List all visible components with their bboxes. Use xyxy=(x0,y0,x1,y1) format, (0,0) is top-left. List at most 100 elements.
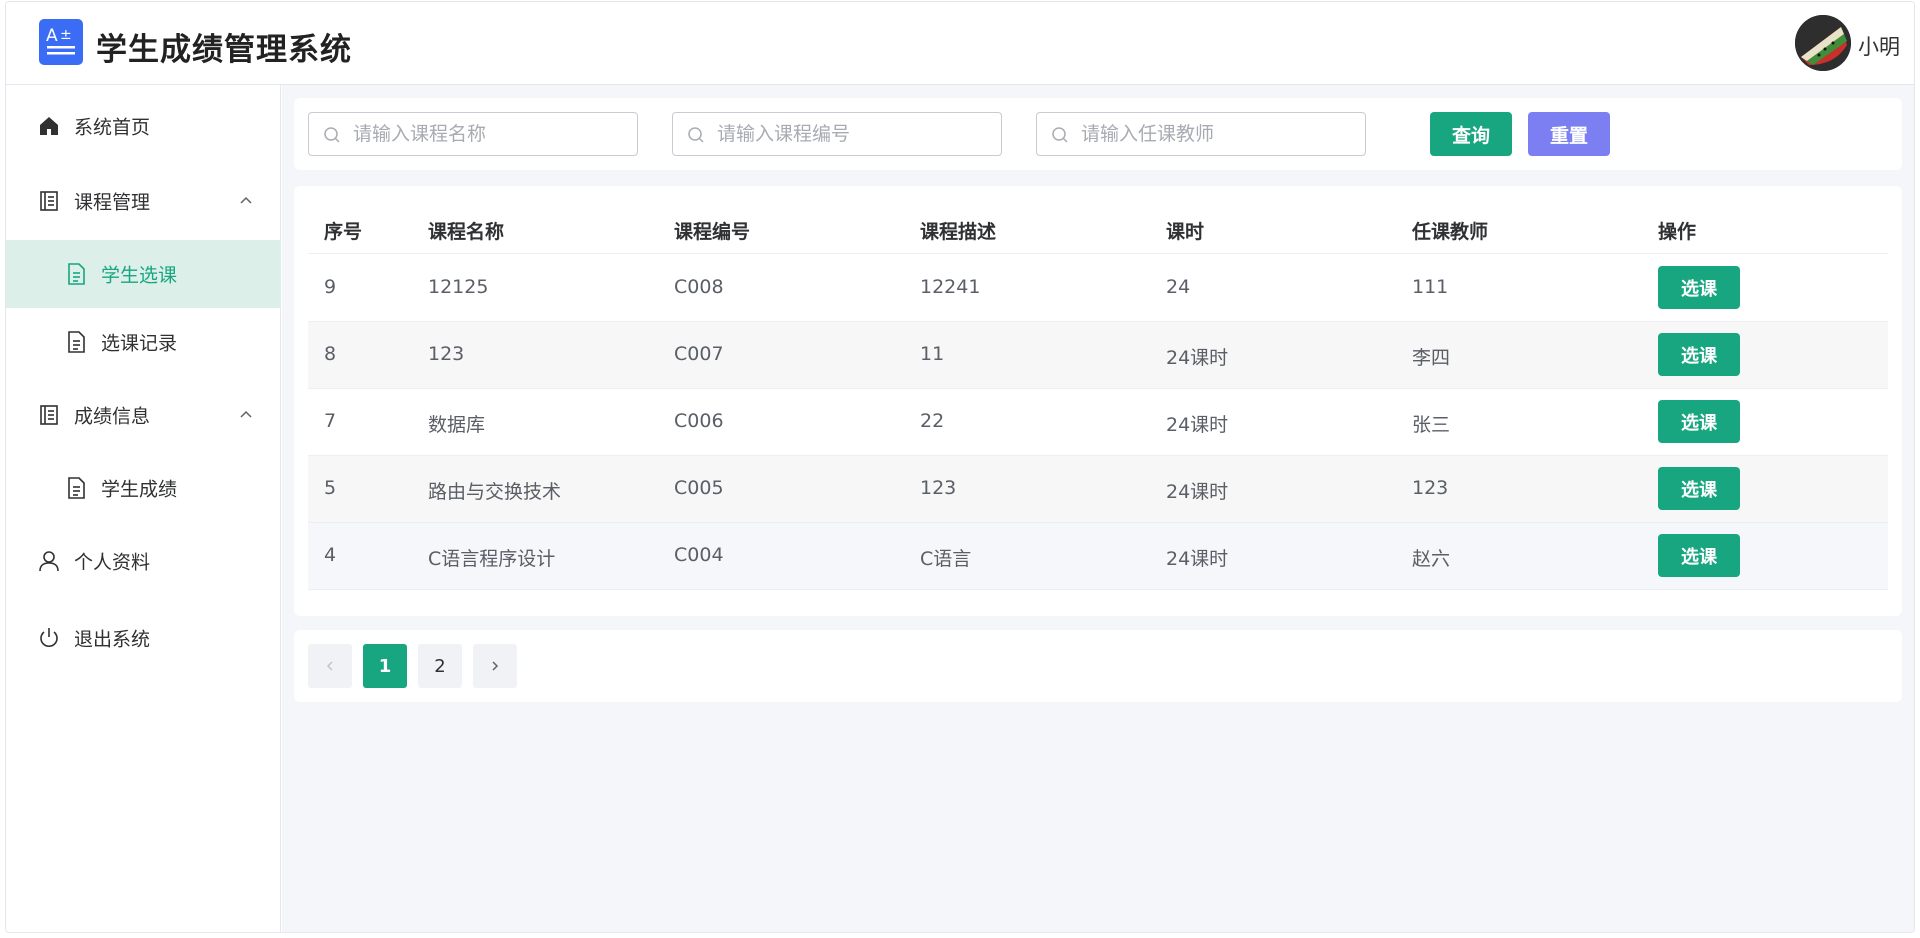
chevron-up-icon xyxy=(240,410,252,418)
sidebar-item-course-management[interactable]: 课程管理 xyxy=(6,167,281,235)
search-icon xyxy=(688,127,704,143)
sidebar-item-label: 系统首页 xyxy=(74,116,151,139)
cell-teacher: 赵六 xyxy=(1412,548,1451,570)
prev-page-button[interactable] xyxy=(308,644,352,688)
cell-course-name: 123 xyxy=(428,343,465,365)
cell-course-name: 路由与交换技术 xyxy=(428,481,562,503)
sidebar-item-student-grades[interactable]: 学生成绩 xyxy=(6,454,281,522)
sidebar-item-label: 个人资料 xyxy=(74,551,151,574)
chevron-up-icon xyxy=(240,196,252,204)
column-header-course-code: 课程编号 xyxy=(674,221,751,243)
cell-hours: 24课时 xyxy=(1166,481,1229,503)
cell-course-desc: C语言 xyxy=(920,548,972,570)
cell-index: 4 xyxy=(324,544,337,566)
cell-teacher: 李四 xyxy=(1412,347,1451,369)
user-icon xyxy=(39,551,59,572)
course-code-search-field[interactable] xyxy=(672,112,1002,156)
pagination: 1 2 xyxy=(294,630,1902,702)
cell-index: 7 xyxy=(324,410,337,432)
cell-index: 5 xyxy=(324,477,337,499)
sidebar-item-label: 学生选课 xyxy=(101,264,178,287)
cell-index: 8 xyxy=(324,343,337,365)
svg-text:A: A xyxy=(46,26,58,46)
column-header-teacher: 任课教师 xyxy=(1412,221,1489,243)
search-bar: 查询 重置 xyxy=(294,98,1902,170)
cell-teacher: 张三 xyxy=(1412,414,1451,436)
svg-text:±: ± xyxy=(60,27,72,43)
app-logo-icon: A ± xyxy=(39,19,83,65)
cell-course-desc: 123 xyxy=(920,477,957,499)
teacher-search-field[interactable] xyxy=(1036,112,1366,156)
app-title: 学生成绩管理系统 xyxy=(96,32,352,68)
cell-course-code: C007 xyxy=(674,343,724,365)
table-row: 8 123 C007 11 24课时 李四 选课 xyxy=(308,322,1888,389)
file-icon xyxy=(68,331,85,353)
select-course-button[interactable]: 选课 xyxy=(1658,400,1740,443)
course-code-input[interactable] xyxy=(717,121,992,147)
select-course-button[interactable]: 选课 xyxy=(1658,333,1740,376)
select-course-button[interactable]: 选课 xyxy=(1658,266,1740,309)
cell-course-desc: 12241 xyxy=(920,276,981,298)
page-button-1[interactable]: 1 xyxy=(363,644,407,688)
chevron-right-icon xyxy=(492,661,499,671)
sidebar-item-logout[interactable]: 退出系统 xyxy=(6,604,281,672)
column-header-course-desc: 课程描述 xyxy=(920,221,997,243)
sidebar-item-student-course-selection[interactable]: 学生选课 xyxy=(6,240,281,308)
select-course-button[interactable]: 选课 xyxy=(1658,467,1740,510)
search-icon xyxy=(1052,127,1068,143)
search-icon xyxy=(324,127,340,143)
cell-course-code: C005 xyxy=(674,477,724,499)
username[interactable]: 小明 xyxy=(1858,31,1900,61)
app-window: A ± 学生成绩管理系统 小明 系统首页 课程管理 学生选课 选课记录 成绩信息… xyxy=(5,1,1915,933)
sidebar-item-selection-records[interactable]: 选课记录 xyxy=(6,308,281,376)
next-page-button[interactable] xyxy=(473,644,517,688)
sidebar-menu: 系统首页 课程管理 学生选课 选课记录 成绩信息 学生成绩 个人资料 退出系统 xyxy=(6,85,281,932)
cell-index: 9 xyxy=(324,276,337,298)
cell-course-desc: 22 xyxy=(920,410,945,432)
column-header-hours: 课时 xyxy=(1166,221,1205,243)
chevron-left-icon xyxy=(326,661,333,671)
sidebar-item-label: 选课记录 xyxy=(101,332,178,355)
course-table: 序号 课程名称 课程编号 课程描述 课时 任课教师 操作 9 12125 C00… xyxy=(294,186,1902,616)
teacher-input[interactable] xyxy=(1081,121,1356,147)
column-header-action: 操作 xyxy=(1658,221,1697,243)
cell-hours: 24 xyxy=(1166,276,1191,298)
sidebar-item-label: 成绩信息 xyxy=(74,405,151,428)
column-header-index: 序号 xyxy=(324,221,363,243)
user-avatar[interactable] xyxy=(1795,15,1851,71)
top-header: A ± 学生成绩管理系统 小明 xyxy=(6,2,1914,85)
table-row: 5 路由与交换技术 C005 123 24课时 123 选课 xyxy=(308,456,1888,523)
sidebar-item-label: 退出系统 xyxy=(74,628,151,651)
table-row: 9 12125 C008 12241 24 111 选课 xyxy=(308,255,1888,322)
cell-course-code: C006 xyxy=(674,410,724,432)
query-button[interactable]: 查询 xyxy=(1430,112,1512,156)
cell-course-name: 12125 xyxy=(428,276,489,298)
sidebar-item-home[interactable]: 系统首页 xyxy=(6,92,281,160)
cell-course-name: 数据库 xyxy=(428,414,486,436)
cell-hours: 24课时 xyxy=(1166,414,1229,436)
page-button-2[interactable]: 2 xyxy=(418,644,462,688)
course-name-input[interactable] xyxy=(353,121,628,147)
cell-course-code: C004 xyxy=(674,544,724,566)
course-name-search-field[interactable] xyxy=(308,112,638,156)
cell-teacher: 111 xyxy=(1412,276,1449,298)
document-list-icon xyxy=(40,191,58,211)
column-header-course-name: 课程名称 xyxy=(428,221,505,243)
cell-hours: 24课时 xyxy=(1166,347,1229,369)
file-icon xyxy=(68,477,85,499)
table-row: 7 数据库 C006 22 24课时 张三 选课 xyxy=(308,389,1888,456)
cell-course-code: C008 xyxy=(674,276,724,298)
select-course-button[interactable]: 选课 xyxy=(1658,534,1740,577)
table-header: 序号 课程名称 课程编号 课程描述 课时 任课教师 操作 xyxy=(308,202,1888,254)
sidebar-item-label: 学生成绩 xyxy=(101,478,178,501)
file-icon xyxy=(68,263,85,285)
table-row: 4 C语言程序设计 C004 C语言 24课时 赵六 选课 xyxy=(308,523,1888,590)
cell-teacher: 123 xyxy=(1412,477,1449,499)
sidebar-item-grade-info[interactable]: 成绩信息 xyxy=(6,381,281,449)
main-content: 查询 重置 序号 课程名称 课程编号 课程描述 课时 任课教师 操作 9 121… xyxy=(282,85,1914,932)
sidebar-item-profile[interactable]: 个人资料 xyxy=(6,527,281,595)
home-icon xyxy=(40,117,58,135)
reset-button[interactable]: 重置 xyxy=(1528,112,1610,156)
sidebar-item-label: 课程管理 xyxy=(74,191,151,214)
cell-course-name: C语言程序设计 xyxy=(428,548,556,570)
